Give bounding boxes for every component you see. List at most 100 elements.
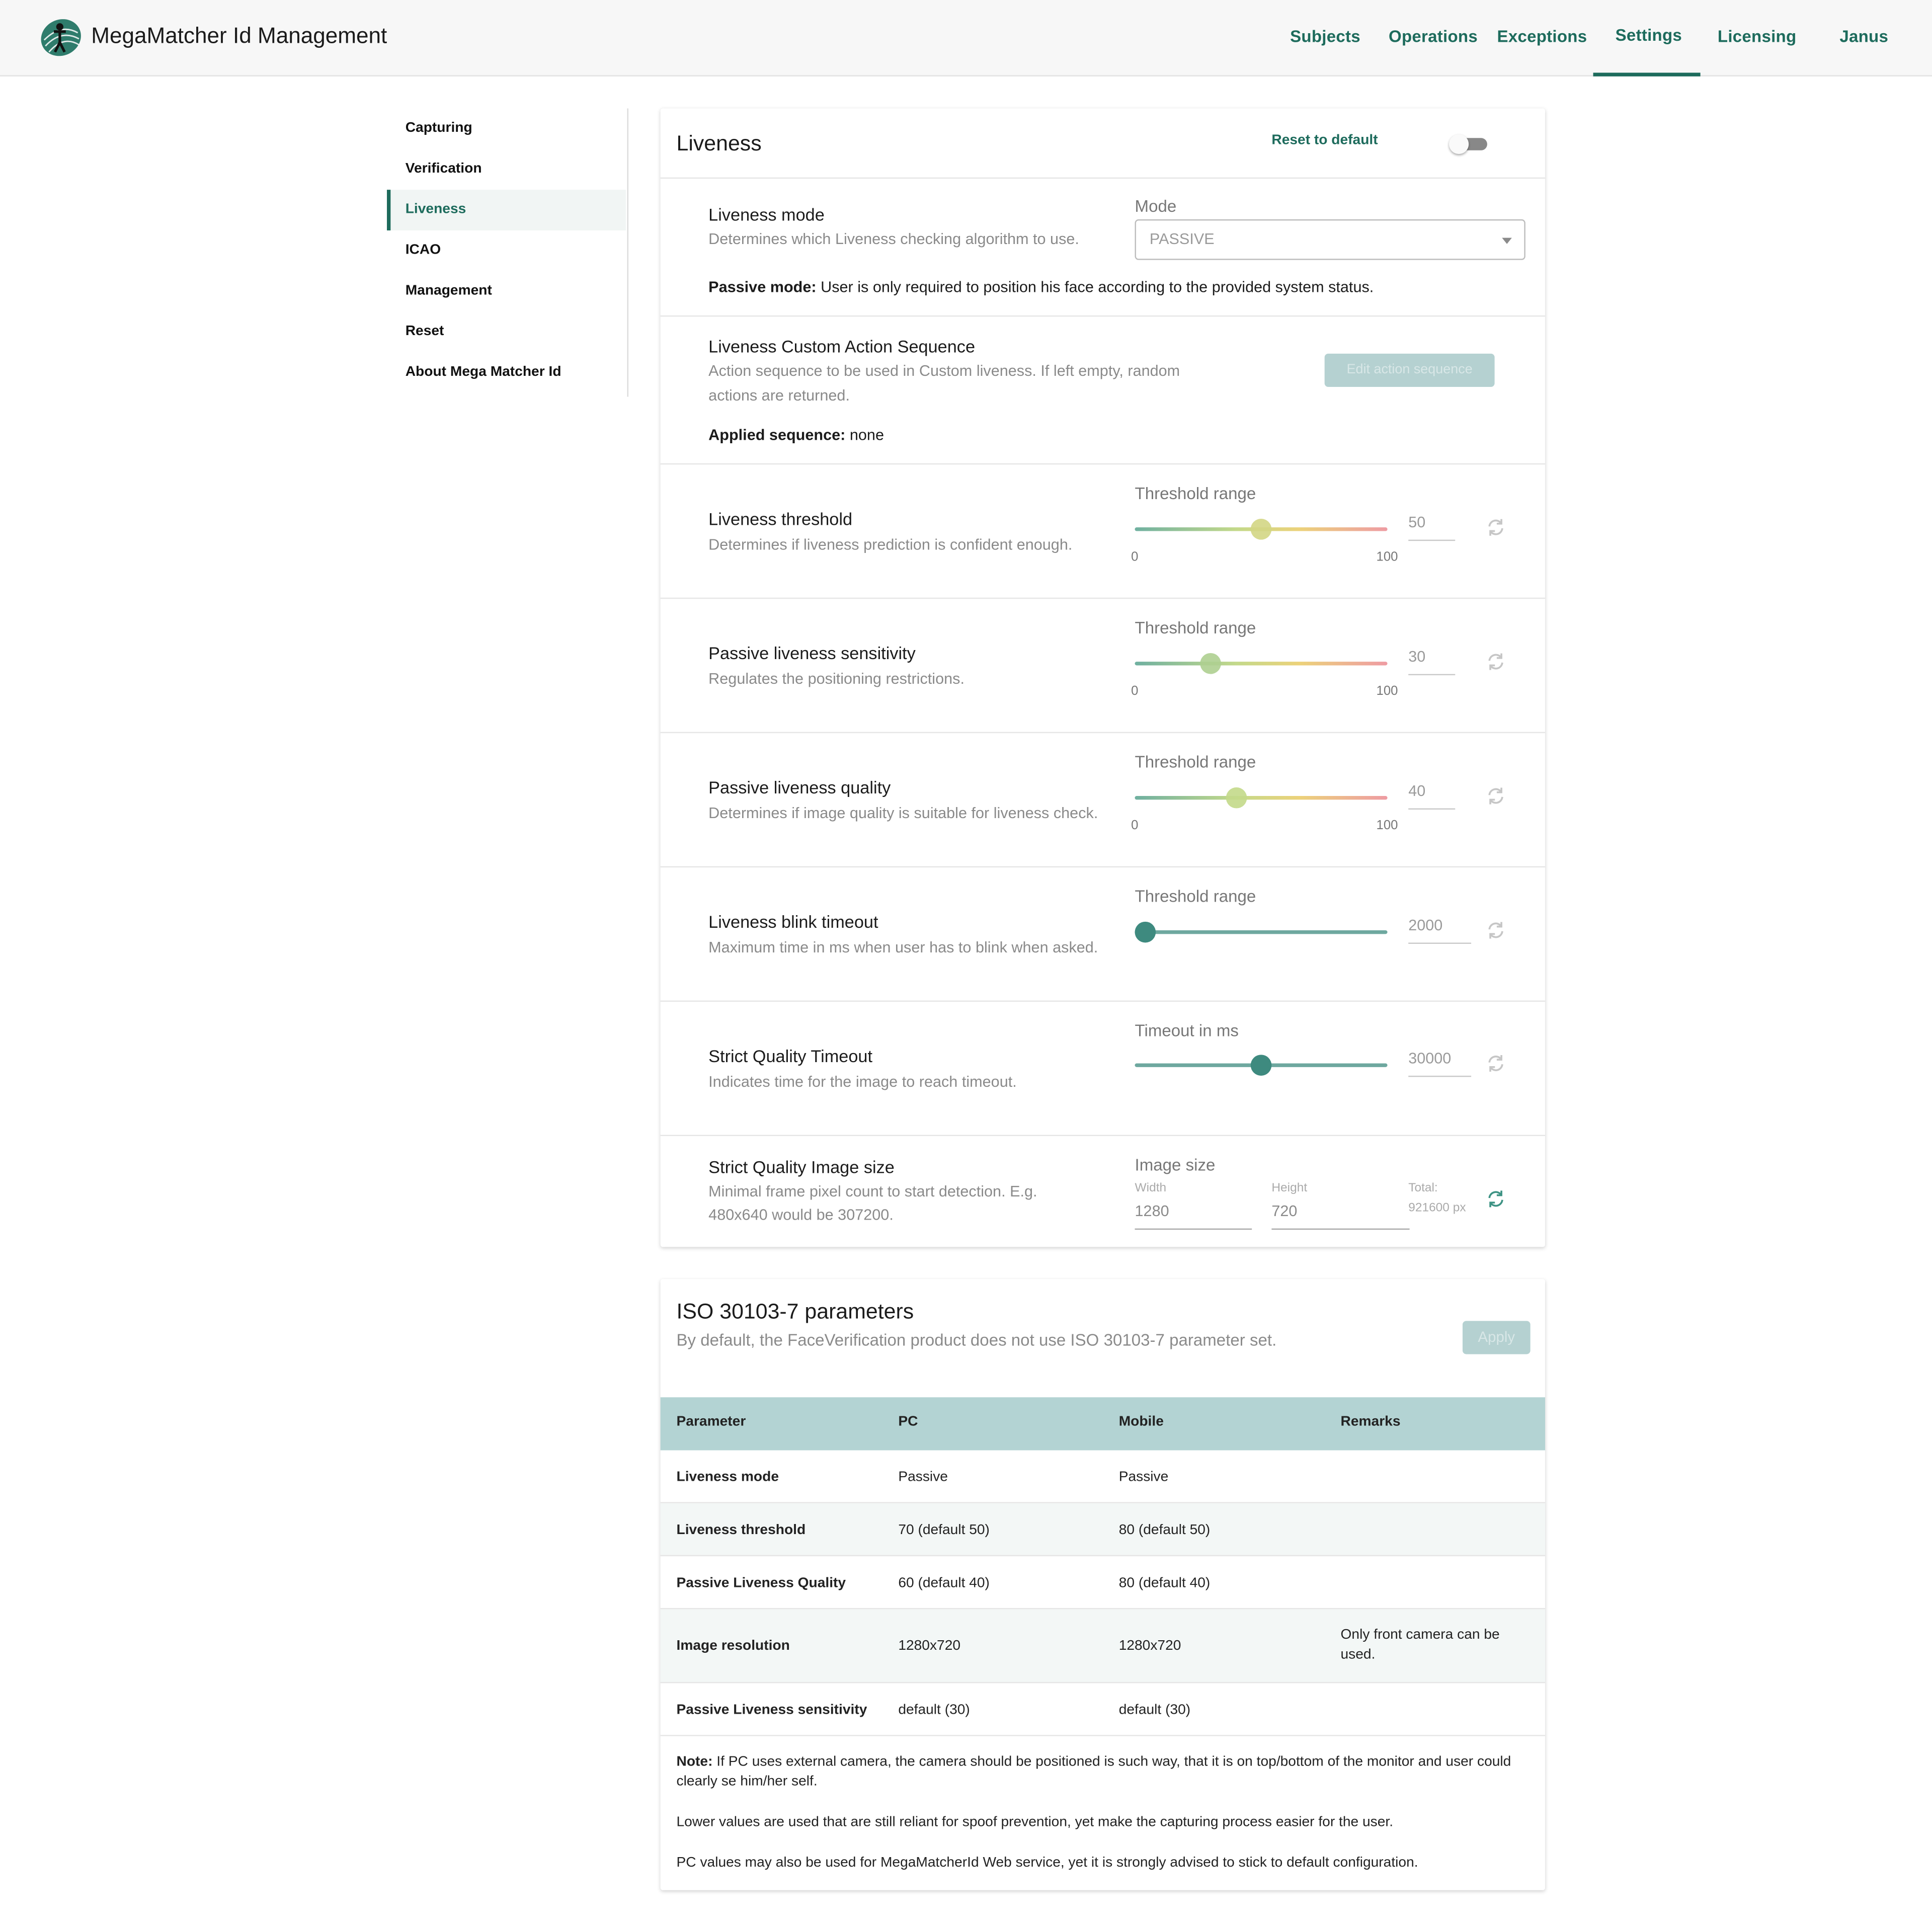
column-header-pc: PC	[898, 1414, 918, 1429]
sidebar-item-icao[interactable]: ICAO	[387, 230, 626, 271]
quality-desc: Determines if image quality is suitable …	[708, 805, 1098, 822]
chevron-down-icon	[1502, 237, 1512, 244]
cell-remarks: Only front camera can be used.	[1340, 1628, 1500, 1662]
sensitivity-slider[interactable]	[1135, 652, 1388, 677]
nav-settings[interactable]: Settings	[1616, 26, 1682, 44]
column-header-parameter: Parameter	[676, 1414, 746, 1429]
slider-rail	[1135, 930, 1388, 934]
blink-timeout-desc: Maximum time in ms when user has to blin…	[708, 939, 1098, 956]
reset-default-toggle[interactable]	[1449, 134, 1488, 154]
mode-select-value: PASSIVE	[1149, 230, 1215, 248]
divider	[660, 1000, 1546, 1002]
slider-min-label: 0	[1131, 818, 1139, 833]
slider-min-label: 0	[1131, 684, 1139, 699]
cell-parameter: Liveness threshold	[676, 1522, 806, 1538]
refresh-icon[interactable]	[1485, 1188, 1507, 1210]
threshold-range-label: Threshold range	[1135, 753, 1256, 772]
refresh-icon[interactable]	[1485, 1052, 1507, 1074]
refresh-icon[interactable]	[1485, 651, 1507, 673]
cell-mobile: 1280x720	[1118, 1639, 1181, 1654]
slider-max-label: 100	[1376, 684, 1398, 699]
sidebar-item-reset[interactable]: Reset	[387, 312, 626, 353]
cell-pc: 1280x720	[898, 1639, 961, 1654]
sidebar-item-liveness[interactable]: Liveness	[386, 190, 626, 230]
nav-active-indicator	[1593, 72, 1701, 76]
sensitivity-desc: Regulates the positioning restrictions.	[708, 670, 964, 688]
iso-parameters-card: ISO 30103-7 parameters By default, the F…	[660, 1279, 1546, 1890]
divider	[660, 597, 1546, 599]
liveness-threshold-title: Liveness threshold	[708, 509, 853, 529]
slider-max-label: 100	[1376, 818, 1398, 833]
slider-thumb[interactable]	[1200, 653, 1221, 674]
slider-thumb[interactable]	[1225, 787, 1247, 809]
note-text: If PC uses external camera, the camera s…	[676, 1754, 1511, 1789]
width-input[interactable]: 1280	[1135, 1202, 1252, 1230]
cell-mobile: Passive	[1118, 1470, 1169, 1485]
liveness-threshold-input[interactable]: 50	[1408, 514, 1456, 541]
height-input[interactable]: 720	[1271, 1202, 1410, 1230]
edit-action-sequence-button[interactable]: Edit action sequence	[1324, 353, 1495, 387]
image-size-desc-line1: Minimal frame pixel count to start detec…	[708, 1183, 1037, 1200]
mode-select[interactable]: PASSIVE	[1135, 219, 1525, 260]
sidebar-item-about[interactable]: About Mega Matcher Id	[387, 352, 626, 393]
reset-to-default-link[interactable]: Reset to default	[1271, 133, 1378, 147]
height-label: Height	[1271, 1181, 1308, 1195]
blink-timeout-input[interactable]: 2000	[1408, 917, 1472, 944]
app-logo-icon[interactable]	[39, 16, 83, 59]
slider-rail	[1135, 796, 1388, 800]
slider-thumb[interactable]	[1250, 519, 1272, 540]
cell-pc: 70 (default 50)	[898, 1522, 990, 1538]
strict-timeout-input[interactable]: 30000	[1408, 1050, 1472, 1077]
slider-thumb[interactable]	[1134, 921, 1155, 943]
nav-operations[interactable]: Operations	[1389, 27, 1478, 46]
nav-user-janus[interactable]: Janus	[1839, 27, 1888, 46]
app-header: MegaMatcher Id Management Subjects Opera…	[0, 0, 1932, 76]
iso-card-desc: By default, the FaceVerification product…	[676, 1330, 1277, 1349]
quality-slider[interactable]	[1135, 786, 1388, 811]
cell-mobile: default (30)	[1118, 1703, 1191, 1718]
passive-mode-note-text: User is only required to position his fa…	[816, 278, 1374, 296]
timeout-field-label: Timeout in ms	[1135, 1021, 1239, 1040]
cell-pc: default (30)	[898, 1703, 970, 1718]
nav-licensing[interactable]: Licensing	[1718, 27, 1797, 46]
mode-field-label: Mode	[1135, 197, 1177, 216]
iso-card-title: ISO 30103-7 parameters	[676, 1299, 914, 1324]
action-sequence-desc-line1: Action sequence to be used in Custom liv…	[708, 362, 1180, 380]
image-size-title: Strict Quality Image size	[708, 1157, 895, 1177]
slider-min-label: 0	[1131, 549, 1139, 565]
liveness-mode-title: Liveness mode	[708, 204, 825, 224]
note-lower-values: Lower values are used that are still rel…	[676, 1815, 1394, 1830]
strict-timeout-title: Strict Quality Timeout	[708, 1046, 873, 1066]
slider-thumb[interactable]	[1250, 1055, 1272, 1076]
quality-title: Passive liveness quality	[708, 777, 891, 797]
strict-timeout-desc: Indicates time for the image to reach ti…	[708, 1073, 1017, 1091]
divider	[660, 463, 1546, 465]
refresh-icon[interactable]	[1485, 919, 1507, 941]
threshold-range-label: Threshold range	[1135, 618, 1256, 637]
cell-pc: Passive	[898, 1470, 948, 1485]
passive-mode-note-label: Passive mode:	[708, 278, 817, 296]
liveness-card-title: Liveness	[676, 130, 762, 155]
divider	[660, 866, 1546, 868]
app-title: MegaMatcher Id Management	[91, 23, 387, 48]
liveness-threshold-slider[interactable]	[1135, 518, 1388, 542]
slider-rail	[1135, 662, 1388, 666]
nav-subjects[interactable]: Subjects	[1290, 27, 1360, 46]
blink-timeout-slider[interactable]	[1134, 920, 1388, 945]
image-size-field-label: Image size	[1135, 1156, 1216, 1174]
column-header-mobile: Mobile	[1118, 1414, 1164, 1429]
sidebar-item-management[interactable]: Management	[387, 271, 626, 312]
sensitivity-input[interactable]: 30	[1408, 648, 1456, 676]
cell-mobile: 80 (default 50)	[1118, 1522, 1211, 1538]
sidebar-item-verification[interactable]: Verification	[387, 149, 626, 190]
apply-button[interactable]: Apply	[1462, 1321, 1531, 1354]
sidebar-item-capturing[interactable]: Capturing	[387, 109, 626, 149]
liveness-threshold-desc: Determines if liveness prediction is con…	[708, 536, 1073, 553]
refresh-icon[interactable]	[1485, 785, 1507, 807]
table-row: Image resolution 1280x720 1280x720 Only …	[660, 1609, 1546, 1684]
strict-timeout-slider[interactable]	[1135, 1054, 1388, 1078]
nav-exceptions[interactable]: Exceptions	[1497, 27, 1587, 46]
quality-input[interactable]: 40	[1408, 782, 1456, 810]
refresh-icon[interactable]	[1485, 516, 1507, 538]
passive-mode-note: Passive mode: User is only required to p…	[708, 278, 1374, 295]
